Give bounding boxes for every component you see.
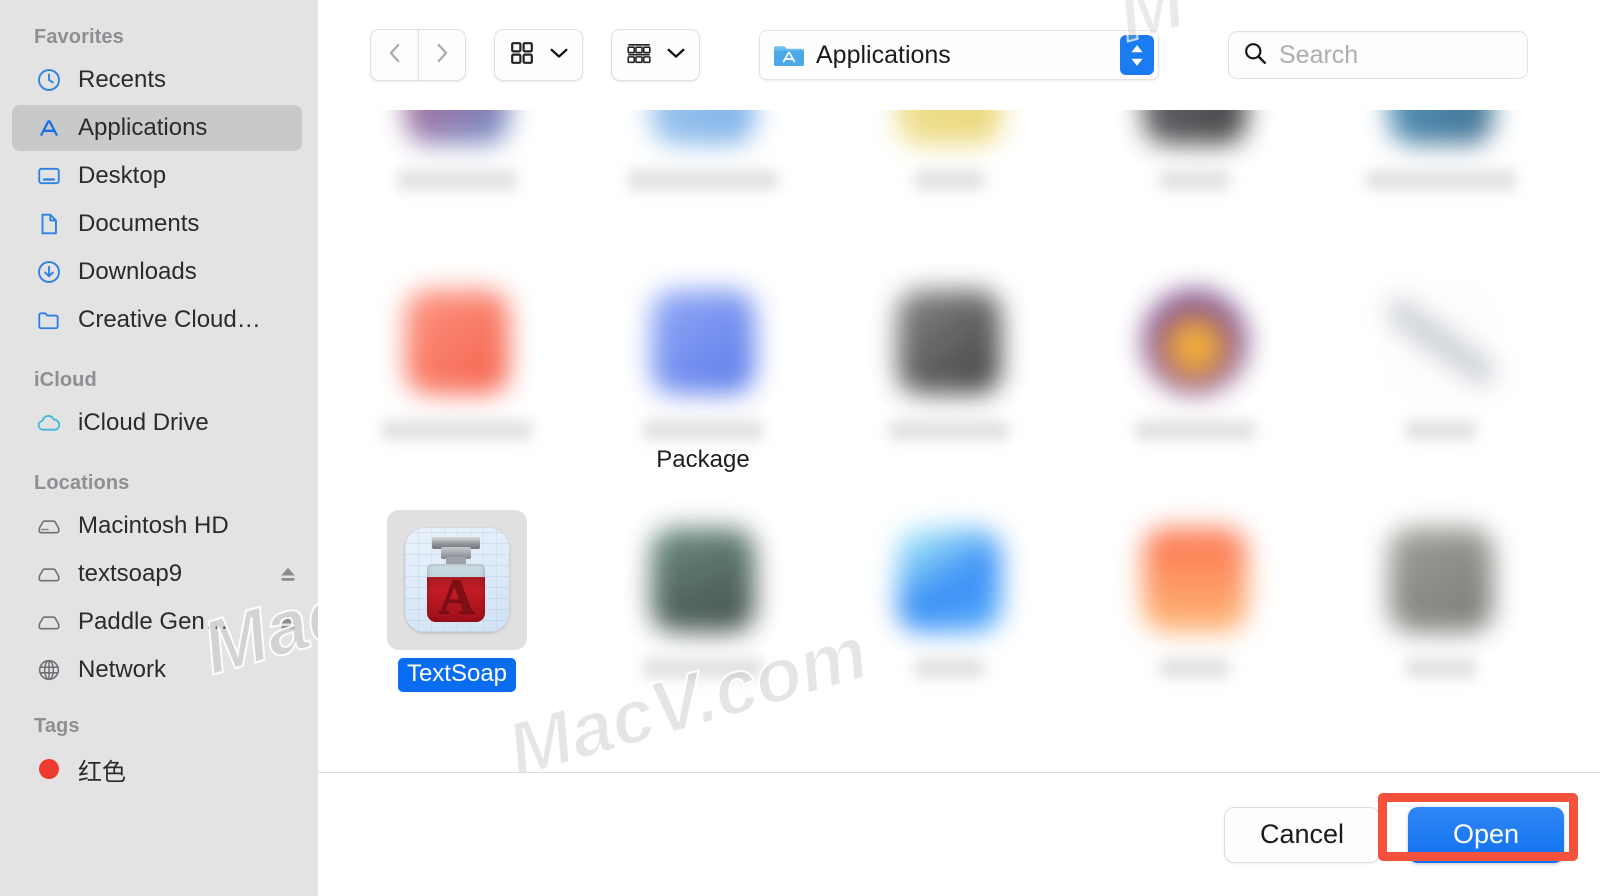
sidebar-item-paddle-gen[interactable]: Paddle Gen…	[12, 599, 302, 645]
app-item[interactable]	[1072, 272, 1318, 474]
chevron-down-icon	[666, 46, 686, 65]
app-item[interactable]	[1318, 272, 1564, 474]
up-down-stepper-icon[interactable]	[1120, 35, 1154, 75]
file-grid-row: A TextSoap	[318, 510, 1600, 692]
external-drive-icon	[34, 560, 64, 588]
sidebar-group-icloud: iCloud iCloud Drive	[0, 369, 318, 446]
sidebar-group-locations: Locations Macintosh HD textsoap9 Paddle …	[0, 472, 318, 693]
file-caption-line2: Package	[656, 446, 750, 473]
sidebar-item-label: 红色	[78, 758, 126, 786]
app-item[interactable]	[1072, 110, 1318, 190]
sidebar-item-label: Downloads	[78, 258, 197, 285]
search-placeholder: Search	[1279, 40, 1359, 69]
sidebar-item-desktop[interactable]: Desktop	[12, 153, 302, 199]
sidebar-item-label: Recents	[78, 66, 167, 93]
app-item[interactable]	[1072, 510, 1318, 692]
dialog-footer: Cancel Open	[318, 773, 1600, 896]
search-icon	[1243, 41, 1267, 70]
path-popup-button[interactable]: Applications	[759, 30, 1159, 80]
view-mode-button[interactable]	[494, 29, 583, 81]
file-label-textsoap: TextSoap	[397, 658, 517, 692]
sidebar-item-label: iCloud Drive	[78, 409, 209, 436]
app-store-icon	[34, 114, 64, 142]
app-item[interactable]: Package	[580, 272, 826, 474]
sidebar-item-recents[interactable]: Recents	[12, 57, 302, 103]
sidebar-item-icloud-drive[interactable]: iCloud Drive	[12, 400, 302, 446]
clock-icon	[34, 66, 64, 94]
sidebar-group-tags: Tags 红色	[0, 715, 318, 792]
sidebar-item-label: Desktop	[78, 162, 167, 189]
eject-icon[interactable]	[278, 611, 298, 633]
sidebar-item-creative-cloud[interactable]: Creative Cloud…	[12, 297, 302, 343]
desktop-icon	[34, 162, 64, 190]
textsoap-app-icon: A	[405, 528, 509, 632]
sidebar-item-label: Applications	[78, 114, 208, 141]
back-button[interactable]	[370, 29, 418, 81]
folder-icon	[34, 306, 64, 334]
sidebar-item-downloads[interactable]: Downloads	[12, 249, 302, 295]
sidebar-item-label: Paddle Gen…	[78, 608, 229, 635]
sidebar-group-title: iCloud	[34, 369, 97, 391]
sidebar-item-label: Creative Cloud…	[78, 306, 261, 333]
selected-tile[interactable]: A	[387, 510, 527, 650]
sidebar-group-title: Favorites	[34, 26, 124, 48]
sidebar-item-label: Network	[78, 656, 167, 683]
forward-button[interactable]	[418, 29, 466, 81]
external-drive-icon	[34, 608, 64, 636]
sidebar-item-tag-red[interactable]: 红色	[12, 746, 302, 792]
app-item[interactable]	[826, 272, 1072, 474]
sidebar-item-macintosh-hd[interactable]: Macintosh HD	[12, 503, 302, 549]
sidebar-group-title: Locations	[34, 472, 130, 494]
sidebar-item-label: textsoap9	[78, 560, 183, 587]
app-item[interactable]	[826, 510, 1072, 692]
sidebar-item-label: Documents	[78, 210, 200, 237]
group-by-icon	[625, 39, 653, 72]
open-button[interactable]: Open	[1408, 806, 1564, 863]
app-item[interactable]	[826, 110, 1072, 190]
search-input[interactable]: Search	[1228, 31, 1528, 79]
path-label: Applications	[816, 40, 951, 69]
sidebar-group-favorites: Favorites Recents Applications Desktop D…	[0, 26, 318, 343]
app-item[interactable]	[1318, 510, 1564, 692]
file-grid-row	[318, 110, 1600, 190]
file-grid-row: Package	[318, 272, 1600, 474]
chevron-down-icon	[549, 46, 569, 65]
chevron-right-icon	[432, 40, 452, 71]
app-item[interactable]	[334, 110, 580, 190]
sidebar-item-textsoap9[interactable]: textsoap9	[12, 551, 302, 597]
app-item[interactable]	[580, 110, 826, 190]
red-tag-dot-icon	[34, 755, 64, 783]
sidebar-item-documents[interactable]: Documents	[12, 201, 302, 247]
internal-drive-icon	[34, 512, 64, 540]
app-item[interactable]	[334, 272, 580, 474]
nav-segmented-control	[370, 29, 466, 81]
globe-icon	[34, 656, 64, 684]
document-icon	[34, 210, 64, 238]
sidebar-item-label: Macintosh HD	[78, 512, 229, 539]
main-pane: Applications Search Package A TextSoap M…	[318, 0, 1600, 896]
eject-icon[interactable]	[278, 563, 298, 585]
toolbar: Applications Search	[318, 0, 1600, 110]
sidebar: Favorites Recents Applications Desktop D…	[0, 0, 318, 896]
file-grid[interactable]: Package A TextSoap MacV.com	[318, 110, 1600, 772]
sidebar-item-network[interactable]: Network	[12, 647, 302, 693]
cancel-button[interactable]: Cancel	[1224, 806, 1380, 863]
sidebar-item-applications[interactable]: Applications	[12, 105, 302, 151]
textsoap-item[interactable]: A TextSoap	[334, 510, 580, 692]
download-icon	[34, 258, 64, 286]
icon-grid-view-icon	[508, 39, 536, 72]
group-by-button[interactable]	[611, 29, 700, 81]
sidebar-group-title: Tags	[34, 715, 80, 737]
chevron-left-icon	[385, 40, 405, 71]
app-item[interactable]	[1318, 110, 1564, 190]
open-file-dialog: Favorites Recents Applications Desktop D…	[0, 0, 1600, 896]
app-item[interactable]	[580, 510, 826, 692]
cloud-icon	[34, 409, 64, 437]
applications-folder-icon	[772, 41, 806, 69]
